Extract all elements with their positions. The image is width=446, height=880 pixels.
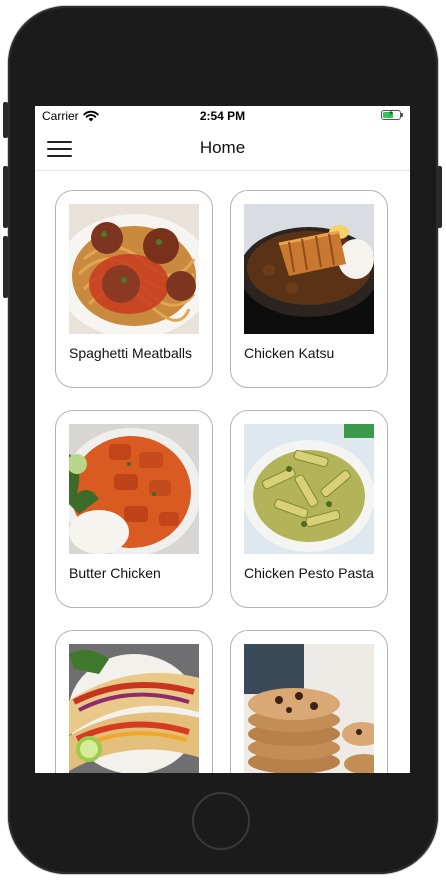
volume-down-button xyxy=(3,236,8,298)
chicken-pesto-pasta-photo xyxy=(244,424,374,554)
recipe-name: Chicken Pesto Pasta xyxy=(244,565,374,581)
app-screen: Carrier 2:54 PM ⚡ Home Spaghetti Meatbal… xyxy=(35,106,410,773)
mute-switch xyxy=(3,102,8,138)
recipe-name: Chicken Katsu xyxy=(244,345,335,361)
recipe-card-chicken-pesto-pasta[interactable]: Chicken Pesto Pasta xyxy=(230,410,388,608)
status-time: 2:54 PM xyxy=(199,109,246,123)
recipe-card-cookies[interactable] xyxy=(230,630,388,773)
recipe-card-chicken-katsu[interactable]: Chicken Katsu xyxy=(230,190,388,388)
battery-icon: ⚡ xyxy=(381,108,403,120)
recipe-card-spaghetti-meatballs[interactable]: Spaghetti Meatballs xyxy=(55,190,213,388)
spaghetti-meatballs-photo xyxy=(69,204,199,334)
recipe-card-tacos[interactable] xyxy=(55,630,213,773)
charging-icon: ⚡ xyxy=(387,108,395,118)
page-title: Home xyxy=(199,138,246,157)
fajita-tacos-photo xyxy=(69,644,199,773)
chocolate-chip-cookies-photo xyxy=(244,644,374,773)
power-button xyxy=(437,166,442,228)
butter-chicken-photo xyxy=(69,424,199,554)
chicken-katsu-photo xyxy=(244,204,374,334)
recipe-name: Spaghetti Meatballs xyxy=(69,345,192,361)
volume-up-button xyxy=(3,166,8,228)
home-button[interactable] xyxy=(192,792,250,850)
recipe-card-butter-chicken[interactable]: Butter Chicken xyxy=(55,410,213,608)
status-bar: Carrier 2:54 PM ⚡ xyxy=(35,106,410,126)
recipe-name: Butter Chicken xyxy=(69,565,161,581)
navigation-bar: Home xyxy=(35,126,410,171)
